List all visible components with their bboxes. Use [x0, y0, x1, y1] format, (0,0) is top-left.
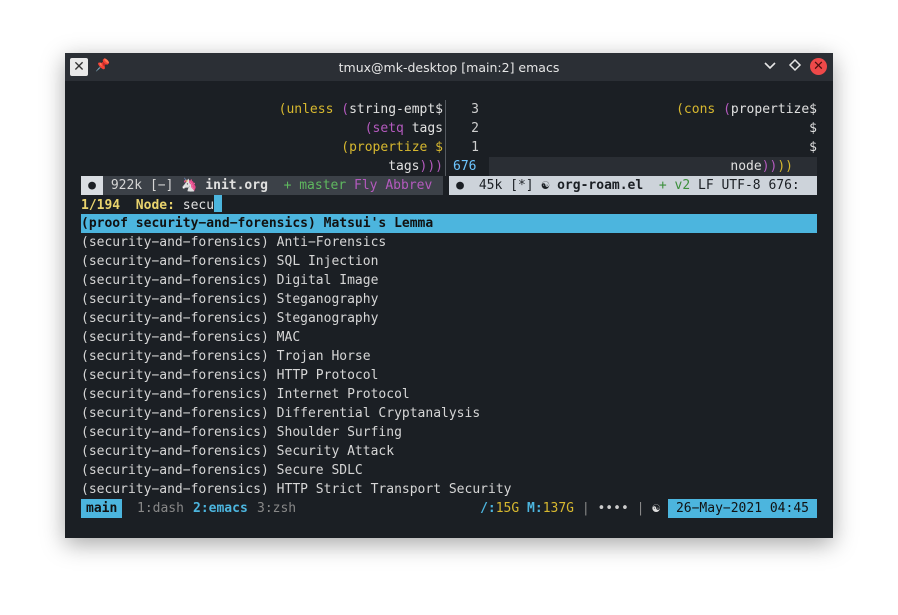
- close-icon[interactable]: ✕: [810, 58, 827, 75]
- code-token: string-empt$: [349, 102, 443, 117]
- code-line[interactable]: (setq tags: [81, 119, 443, 138]
- code-token: (unless: [278, 102, 342, 117]
- candidate-item[interactable]: (security−and−forensics) HTTP Protocol: [81, 366, 378, 385]
- status-separator: |: [636, 501, 645, 516]
- code-token: tags: [411, 121, 443, 136]
- candidate-item[interactable]: (security−and−forensics) Security Attack: [81, 442, 394, 461]
- mem-value: 137G: [542, 501, 574, 516]
- modeline-dot-icon: ●: [81, 176, 103, 195]
- buffer-flags: [−]: [149, 178, 174, 193]
- emacs-lisp-icon: ☯: [541, 178, 550, 193]
- minibuffer-prompt[interactable]: 1/194 Node: secu: [81, 195, 223, 214]
- minibuffer-input[interactable]: secu: [183, 198, 214, 213]
- window-title: tmux@mk-desktop [main:2] emacs: [338, 60, 560, 75]
- tmux-status-bar: main 1:dash 2:emacs 3:zsh /:15G M:137G |…: [81, 499, 817, 518]
- code-token: (propertize $: [341, 140, 443, 155]
- pane-divider[interactable]: [445, 100, 446, 176]
- prompt-label: Node:: [135, 198, 175, 213]
- minimize-icon[interactable]: [761, 58, 779, 76]
- title-bar[interactable]: ✕ 📌 tmux@mk-desktop [main:2] emacs ✕: [65, 53, 833, 81]
- candidate-item[interactable]: (security−and−forensics) HTTP Strict Tra…: [81, 480, 511, 499]
- emacs-icon: ☯: [652, 501, 661, 516]
- code-line[interactable]: node)))): [481, 157, 817, 176]
- buffer-name[interactable]: init.org: [205, 178, 268, 193]
- vc-branch[interactable]: + master: [284, 178, 347, 193]
- code-token: (cons: [676, 102, 724, 117]
- code-line[interactable]: $: [481, 138, 817, 157]
- tmux-window-2[interactable]: 2:emacs: [193, 499, 248, 518]
- left-modeline[interactable]: ● 922k [−] 🦄 init.org + master Fly Abbre…: [81, 176, 443, 195]
- candidate-count: 1/194: [81, 198, 121, 213]
- code-token: )): [761, 159, 778, 174]
- candidate-item[interactable]: (security−and−forensics) Shoulder Surfin…: [81, 423, 402, 442]
- code-line[interactable]: $: [481, 119, 817, 138]
- code-token: $: [809, 121, 817, 136]
- disk-label: /:: [480, 501, 496, 516]
- cursor-position: 676:: [768, 178, 800, 193]
- buffer-name[interactable]: org-roam.el: [557, 178, 643, 193]
- code-token: (: [341, 102, 350, 117]
- candidate-item[interactable]: (security−and−forensics) Steganography: [81, 290, 378, 309]
- code-token: propertize$: [730, 102, 817, 117]
- tmux-window-3[interactable]: 3:zsh: [257, 499, 296, 518]
- buffer-flags: [*]: [510, 178, 534, 193]
- code-token: )): [777, 159, 793, 174]
- code-line[interactable]: (cons (propertize$: [481, 100, 817, 119]
- candidate-item[interactable]: (security−and−forensics) Internet Protoc…: [81, 385, 410, 404]
- code-line[interactable]: (unless (string-empt$: [81, 100, 443, 119]
- code-token: (setq: [364, 121, 412, 136]
- encoding[interactable]: LF UTF-8: [698, 178, 761, 193]
- mem-label: M:: [527, 501, 543, 516]
- candidate-item[interactable]: (security−and−forensics) Digital Image: [81, 271, 378, 290]
- code-token: (: [723, 102, 731, 117]
- code-token: node: [730, 159, 762, 174]
- candidate-item[interactable]: (security−and−forensics) Anti−Forensics: [81, 233, 386, 252]
- status-date: 26−May−2021 04:45: [667, 499, 817, 518]
- candidate-item[interactable]: (security−and−forensics) MAC: [81, 328, 300, 347]
- org-unicorn-icon: 🦄: [181, 178, 198, 193]
- code-token: ))): [419, 159, 443, 174]
- disk-value: 15G: [495, 501, 520, 516]
- code-line[interactable]: (propertize $: [81, 138, 443, 157]
- selected-candidate[interactable]: (proof security−and−forensics) Matsui's …: [81, 214, 817, 233]
- buffer-size: 922k: [110, 178, 143, 193]
- vc-branch[interactable]: + v2: [659, 178, 690, 193]
- tmux-window-1[interactable]: 1:dash: [137, 499, 184, 518]
- modeline-dot-icon: ●: [449, 176, 471, 195]
- status-right: /:15G M:137G | •••• | ☯ 26−May−2021 04:4…: [480, 499, 817, 518]
- candidate-item[interactable]: (security−and−forensics) Differential Cr…: [81, 404, 480, 423]
- right-modeline[interactable]: ● 45k [*] ☯ org-roam.el + v2 LF UTF-8 67…: [449, 176, 817, 195]
- code-token: tags: [388, 159, 420, 174]
- code-token: $: [809, 140, 817, 155]
- terminal-window: ✕ 📌 tmux@mk-desktop [main:2] emacs ✕ (un…: [65, 53, 833, 538]
- maximize-icon[interactable]: [786, 58, 804, 76]
- line-number: 3: [471, 102, 479, 117]
- text-cursor: [214, 195, 223, 212]
- candidate-item[interactable]: (security−and−forensics) Secure SDLC: [81, 461, 363, 480]
- line-number: 2: [471, 121, 479, 136]
- candidate-item[interactable]: (security−and−forensics) SQL Injection: [81, 252, 378, 271]
- buffer-size: 45k: [478, 178, 503, 193]
- tmux-session[interactable]: main: [81, 499, 123, 518]
- status-dots: ••••: [597, 501, 629, 516]
- candidate-item[interactable]: (security−and−forensics) Trojan Horse: [81, 347, 371, 366]
- candidate-item[interactable]: (security−and−forensics) Steganography: [81, 309, 378, 328]
- line-number: 676: [453, 159, 477, 174]
- line-number: 1: [471, 140, 479, 155]
- minor-modes[interactable]: Fly Abbrev: [354, 178, 432, 193]
- status-separator: |: [581, 501, 590, 516]
- code-line[interactable]: tags))): [81, 157, 443, 176]
